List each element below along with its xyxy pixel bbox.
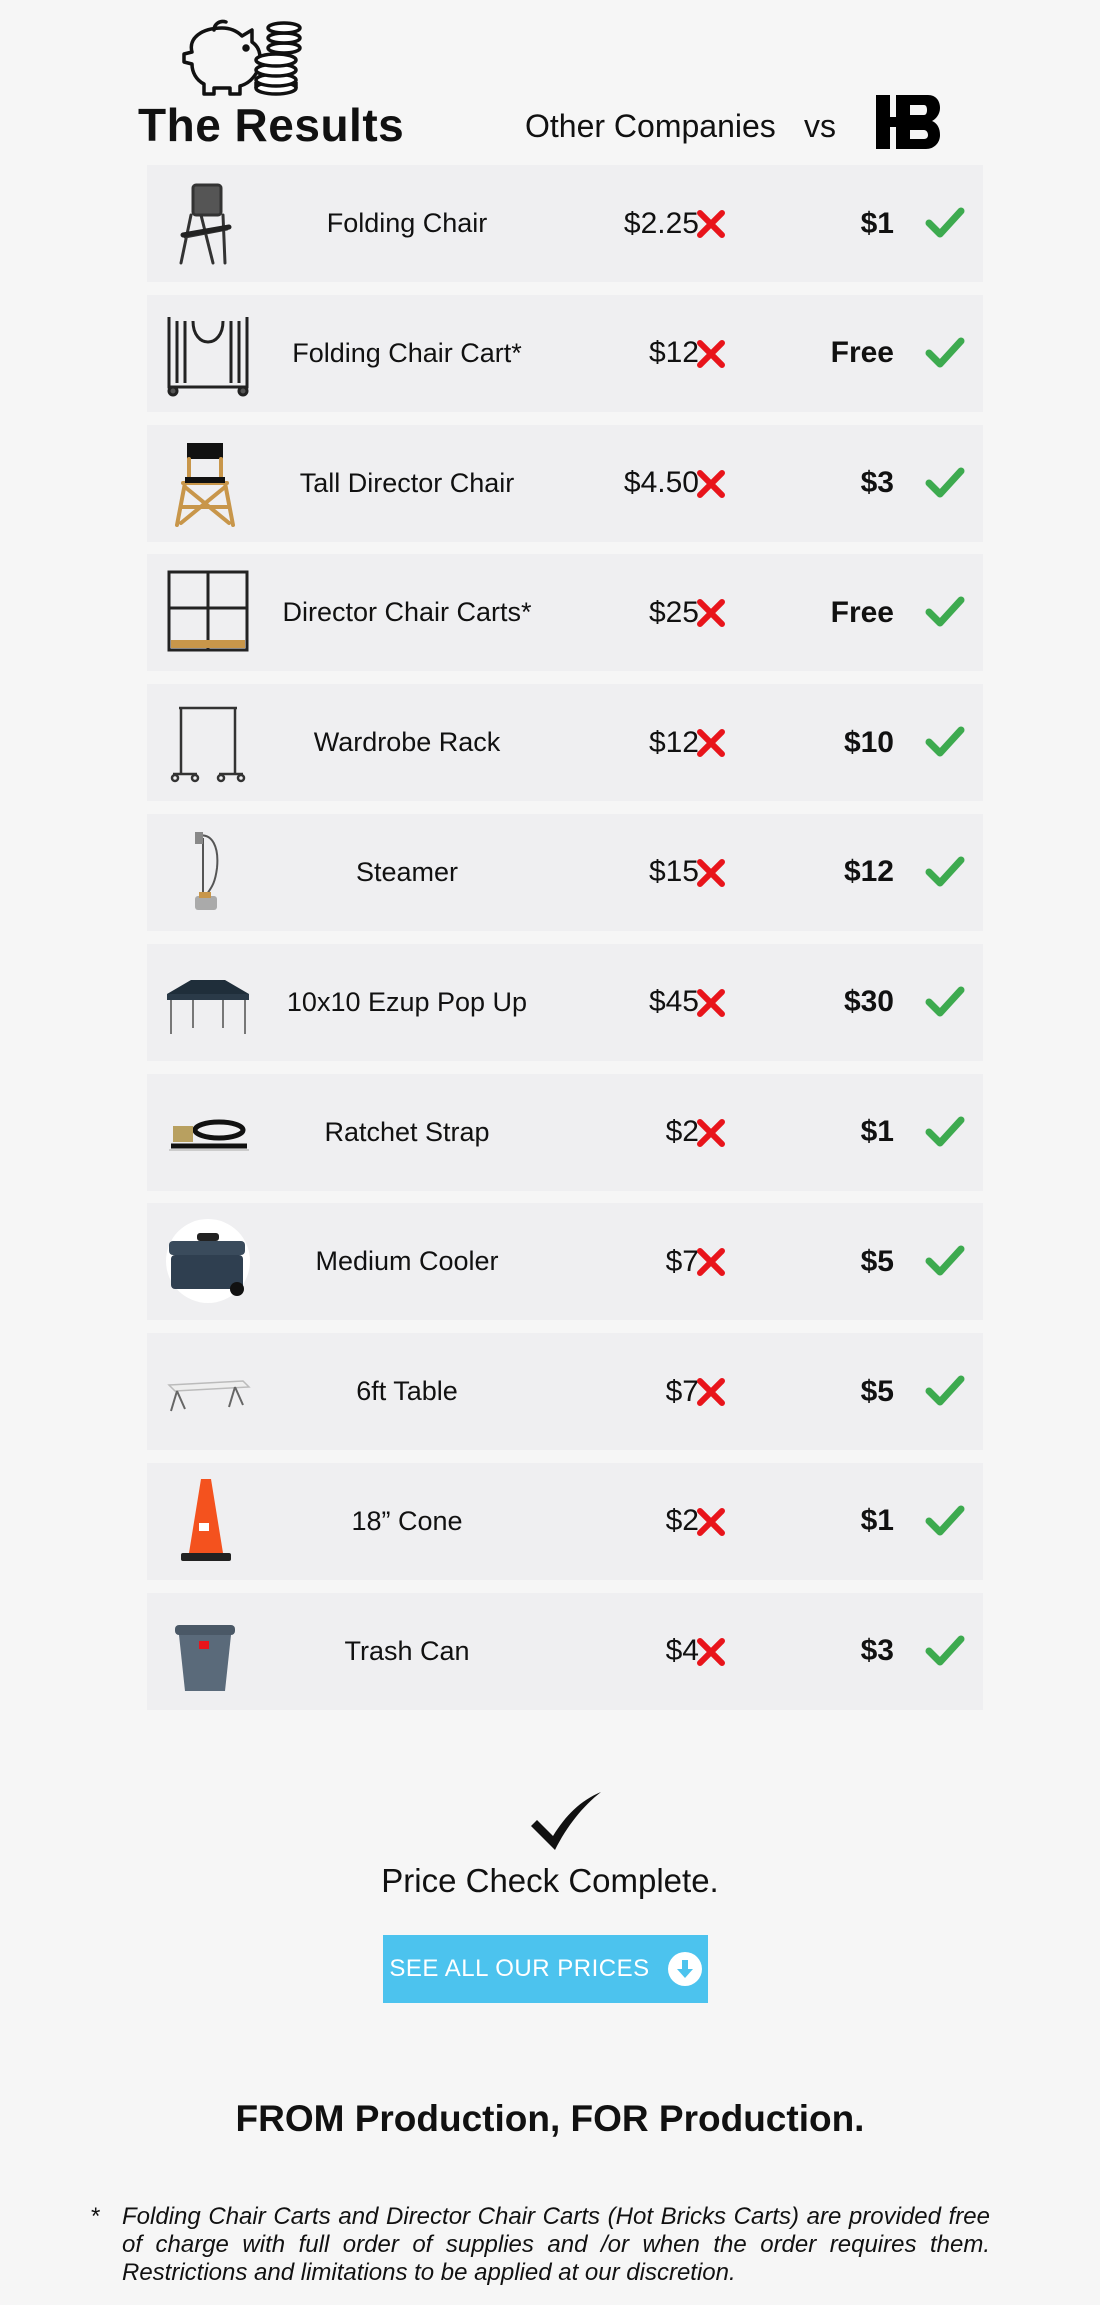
big-check-icon bbox=[531, 1792, 601, 1850]
vs-label: vs bbox=[804, 108, 836, 144]
see-all-prices-button[interactable]: SEE ALL OUR PRICES bbox=[383, 1935, 708, 2003]
other-price: $4 bbox=[665, 1634, 699, 1668]
check-icon bbox=[925, 1505, 965, 1536]
other-price: $2 bbox=[665, 1504, 699, 1538]
list-item: Ratchet Strap $2 $1 bbox=[147, 1073, 983, 1191]
page-title: The Results bbox=[138, 99, 405, 151]
other-price: $7 bbox=[665, 1244, 699, 1278]
steamer-icon bbox=[195, 831, 219, 910]
item-name: Director Chair Carts* bbox=[282, 597, 532, 628]
table-icon bbox=[167, 1380, 251, 1412]
cross-icon bbox=[697, 339, 725, 368]
price-comparison-list: Folding Chair $2.25 $1 Folding Chair Car… bbox=[147, 165, 983, 1723]
check-icon bbox=[925, 207, 965, 238]
cross-icon bbox=[697, 1118, 725, 1147]
other-price: $4.50 bbox=[623, 466, 699, 500]
hb-logo bbox=[876, 95, 940, 149]
check-icon bbox=[925, 1116, 965, 1147]
item-name: Trash Can bbox=[344, 1635, 470, 1666]
cross-icon bbox=[697, 1507, 725, 1536]
chair-cart-icon bbox=[167, 316, 249, 397]
check-icon bbox=[925, 1375, 965, 1406]
list-item: Trash Can $4 $3 bbox=[147, 1592, 983, 1710]
cross-icon bbox=[697, 210, 725, 238]
price-check-complete-text: Price Check Complete. bbox=[381, 1862, 719, 1899]
cone-icon bbox=[181, 1478, 231, 1561]
popup-tent-icon bbox=[167, 979, 249, 1034]
other-price: $25 bbox=[648, 595, 699, 629]
list-item: Medium Cooler $7 $5 bbox=[147, 1203, 983, 1321]
list-item: 10x10 Ezup Pop Up $45 $30 bbox=[147, 943, 983, 1061]
list-item: Director Chair Carts* $25 Free bbox=[147, 554, 983, 672]
cross-icon bbox=[697, 1248, 725, 1277]
cooler-icon bbox=[166, 1219, 250, 1304]
folding-chair-icon bbox=[179, 183, 232, 265]
item-name: Ratchet Strap bbox=[324, 1116, 490, 1147]
check-icon bbox=[925, 856, 965, 887]
item-name: Steamer bbox=[355, 856, 459, 887]
other-price: $12 bbox=[648, 725, 699, 759]
item-name: 18” Cone bbox=[351, 1505, 463, 1536]
check-icon bbox=[925, 1245, 965, 1276]
item-name: Wardrobe Rack bbox=[313, 727, 501, 758]
arrow-down-circle-icon bbox=[667, 1952, 702, 1986]
see-all-prices-label: SEE ALL OUR PRICES bbox=[389, 1955, 650, 1982]
item-name: Medium Cooler bbox=[315, 1246, 499, 1277]
item-name: 6ft Table bbox=[356, 1376, 458, 1407]
other-price: $15 bbox=[648, 855, 699, 889]
check-icon bbox=[925, 596, 965, 627]
cross-icon bbox=[697, 858, 725, 887]
piggy-bank-coins-icon bbox=[182, 19, 302, 96]
cross-icon bbox=[697, 1637, 725, 1666]
other-price: $45 bbox=[648, 985, 699, 1019]
check-icon bbox=[925, 467, 965, 498]
other-price: $2.25 bbox=[623, 206, 699, 240]
cross-icon bbox=[697, 469, 725, 498]
director-cart-icon bbox=[167, 570, 249, 652]
other-companies-label: Other Companies bbox=[525, 108, 776, 144]
item-name: Folding Chair bbox=[326, 208, 488, 238]
other-price: $2 bbox=[665, 1115, 699, 1149]
tagline: FROM Production, FOR Production. bbox=[235, 2098, 865, 2139]
item-name: 10x10 Ezup Pop Up bbox=[286, 986, 528, 1017]
other-price: $7 bbox=[665, 1374, 699, 1408]
item-name: Tall Director Chair bbox=[299, 467, 515, 498]
wardrobe-rack-icon bbox=[170, 706, 246, 783]
list-item: Folding Chair $2.25 $1 bbox=[147, 165, 983, 282]
list-item: 6ft Table $7 $5 bbox=[147, 1333, 983, 1451]
ratchet-strap-icon bbox=[169, 1119, 249, 1151]
item-name: Folding Chair Cart* bbox=[292, 337, 522, 368]
check-icon bbox=[925, 986, 965, 1017]
cross-icon bbox=[697, 1378, 725, 1407]
list-item: Steamer $15 $12 bbox=[147, 813, 983, 931]
trash-can-icon bbox=[175, 1624, 235, 1691]
footnote-marker: * bbox=[90, 2203, 100, 2230]
director-chair-icon bbox=[175, 442, 235, 527]
cross-icon bbox=[697, 988, 725, 1017]
other-price: $12 bbox=[648, 336, 699, 370]
check-icon bbox=[925, 337, 965, 368]
check-icon bbox=[925, 1635, 965, 1666]
cross-icon bbox=[697, 599, 725, 628]
cross-icon bbox=[697, 729, 725, 758]
list-item: Wardrobe Rack $12 $10 bbox=[147, 684, 983, 802]
list-item: 18” Cone $2 $1 bbox=[147, 1462, 983, 1580]
list-item: Folding Chair Cart* $12 Free bbox=[147, 294, 983, 412]
header: The Results Other Companies vs bbox=[0, 0, 1100, 160]
footnote-text: Folding Chair Carts and Director Chair C… bbox=[122, 2203, 990, 2286]
footnote: * Folding Chair Carts and Director Chair… bbox=[90, 2203, 990, 2287]
list-item: Tall Director Chair $4.50 $3 bbox=[147, 424, 983, 542]
check-icon bbox=[925, 726, 965, 757]
